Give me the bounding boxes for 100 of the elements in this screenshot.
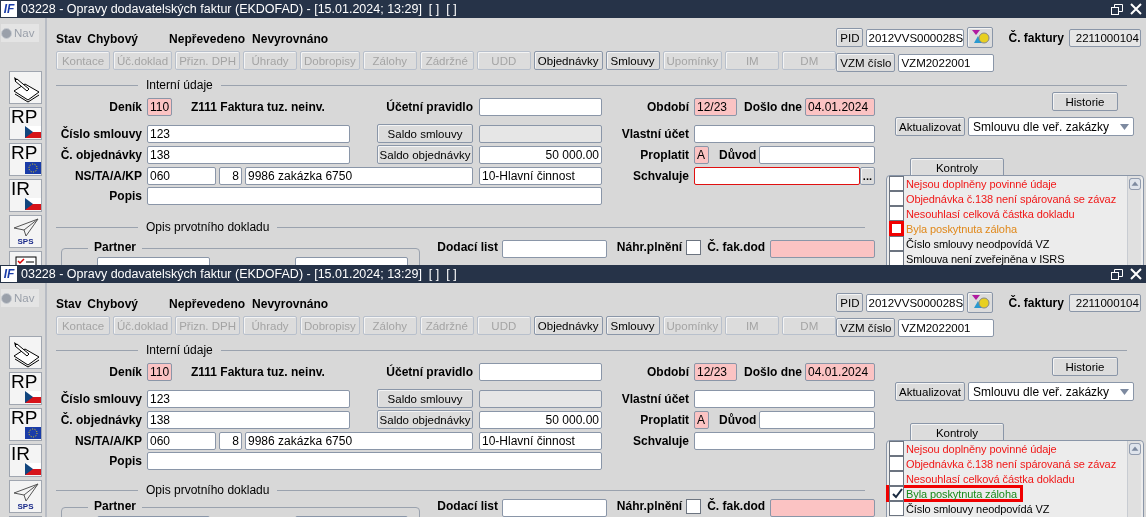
history-button[interactable]: Historie	[1052, 92, 1118, 111]
text-field[interactable]	[479, 98, 602, 116]
saldo-button[interactable]: Saldo objednávky	[377, 410, 473, 429]
field-label: Číslo smlouvy	[59, 391, 142, 406]
text-field[interactable]	[694, 124, 875, 143]
pid-button[interactable]: PID	[836, 293, 864, 312]
invoice-number-field[interactable]: 2211000104	[1068, 28, 1141, 47]
text-field[interactable]: 123	[147, 389, 350, 408]
amount-field[interactable]: 50 000.00	[479, 410, 602, 429]
date-field[interactable]: 04.01.2024	[805, 98, 875, 116]
field-label: Proplatit	[639, 412, 689, 427]
checkbox[interactable]	[889, 471, 904, 486]
text-field[interactable]	[759, 145, 875, 164]
close-icon[interactable]	[1130, 268, 1142, 280]
checkbox[interactable]	[889, 486, 904, 501]
sidebar-tool-button[interactable]: RP	[9, 372, 42, 405]
sidebar-tool-button[interactable]: RP	[9, 143, 42, 176]
journal-field[interactable]: 110	[147, 363, 172, 381]
journal-field[interactable]: 110	[147, 98, 172, 116]
text-field[interactable]: 8	[219, 166, 242, 185]
toolbar-button[interactable]: Objednávky	[533, 316, 603, 335]
checkbox[interactable]	[686, 240, 702, 255]
approver-field[interactable]	[694, 166, 860, 185]
date-field[interactable]: 04.01.2024	[805, 363, 875, 381]
text-field[interactable]	[759, 410, 875, 429]
toolbar-button[interactable]: Objednávky	[533, 51, 603, 70]
text-field[interactable]	[502, 240, 607, 258]
vzm-button[interactable]: VZM číslo	[836, 53, 896, 72]
checkbox[interactable]	[889, 236, 904, 251]
invoice-number-field[interactable]: 2211000104	[1068, 293, 1141, 312]
sidebar-tool-button[interactable]: IR	[9, 444, 42, 477]
checkbox[interactable]	[889, 191, 904, 206]
period-field[interactable]: 12/23	[694, 363, 737, 381]
scrollbar[interactable]	[1127, 176, 1141, 265]
field-label: NS/TA/A/KP	[73, 168, 142, 183]
amount-field[interactable]: 50 000.00	[479, 145, 602, 164]
scroll-up-icon[interactable]	[1128, 443, 1141, 455]
update-button[interactable]: Aktualizovat	[895, 382, 965, 401]
period-field[interactable]: 12/23	[694, 98, 737, 116]
checkbox[interactable]	[889, 251, 904, 265]
text-field[interactable]	[147, 187, 602, 205]
pay-flag-field[interactable]: A	[694, 145, 709, 164]
dropdown[interactable]: Smlouvu dle veř. zakázky	[968, 382, 1134, 401]
checkbox[interactable]	[686, 499, 702, 514]
vzm-button[interactable]: VZM číslo	[836, 318, 896, 337]
pid-field[interactable]: 2012VVS000028S	[866, 293, 965, 312]
sidebar-tool-button[interactable]: RP	[9, 408, 42, 441]
approver-field[interactable]	[694, 431, 875, 450]
vzm-field[interactable]: VZM2022001	[898, 53, 995, 72]
text-field[interactable]: 060	[147, 166, 216, 185]
pay-flag-field[interactable]: A	[694, 410, 709, 429]
toolbar-button[interactable]: Smlouvy	[605, 51, 660, 70]
restore-icon[interactable]	[1111, 3, 1123, 15]
text-field[interactable]	[770, 240, 875, 258]
text-field[interactable]	[694, 389, 875, 408]
text-field[interactable]	[770, 499, 875, 517]
tool-label: SPS	[17, 502, 34, 511]
dropdown[interactable]: Smlouvu dle veř. zakázky	[968, 117, 1134, 136]
text-field[interactable]: 10-Hlavní činnost	[479, 166, 602, 185]
checkbox[interactable]	[889, 176, 904, 191]
checkbox[interactable]	[889, 456, 904, 471]
saldo-button[interactable]: Saldo objednávky	[377, 145, 473, 164]
saldo-button[interactable]: Saldo smlouvy	[377, 124, 473, 143]
restore-icon[interactable]	[1111, 268, 1123, 280]
section-title: Interní údaje	[146, 78, 213, 92]
scrollbar[interactable]	[1127, 441, 1141, 517]
text-field[interactable]: 138	[147, 145, 350, 164]
text-field[interactable]	[479, 363, 602, 381]
field-label: Popis	[108, 454, 142, 468]
checkbox[interactable]	[889, 441, 904, 456]
scroll-up-icon[interactable]	[1128, 178, 1141, 190]
text-field[interactable]: 9986 zakázka 6750	[245, 166, 473, 185]
close-icon[interactable]	[1130, 3, 1142, 15]
history-button[interactable]: Historie	[1052, 357, 1118, 376]
toolbar-button[interactable]: Smlouvy	[605, 316, 660, 335]
saldo-button[interactable]: Saldo smlouvy	[377, 389, 473, 408]
picker-button[interactable]: ...	[859, 166, 875, 185]
sidebar-tool-button[interactable]: IR	[9, 179, 42, 212]
sidebar-tool-button[interactable]: SPS	[9, 215, 42, 248]
shapes-icon[interactable]	[967, 27, 994, 48]
text-field[interactable]: 060	[147, 431, 216, 450]
pid-button[interactable]: PID	[836, 28, 864, 47]
text-field[interactable]: 8	[219, 431, 242, 450]
pid-field[interactable]: 2012VVS000028S	[866, 28, 965, 47]
vzm-field[interactable]: VZM2022001	[898, 318, 995, 337]
tool-label: RP	[11, 108, 38, 127]
sidebar-tool-button[interactable]: RP	[9, 107, 42, 140]
shapes-icon[interactable]	[967, 292, 994, 313]
checkbox[interactable]	[889, 501, 904, 516]
text-field[interactable]	[147, 452, 602, 470]
text-field[interactable]: 123	[147, 124, 350, 143]
checkbox[interactable]	[889, 206, 904, 221]
update-button[interactable]: Aktualizovat	[895, 117, 965, 136]
eu-flag-icon	[25, 427, 41, 439]
text-field[interactable]: 138	[147, 410, 350, 429]
checkbox[interactable]	[889, 221, 904, 236]
sidebar-tool-button[interactable]: SPS	[9, 480, 42, 513]
text-field[interactable]	[502, 499, 607, 517]
text-field[interactable]: 9986 zakázka 6750	[245, 431, 473, 450]
text-field[interactable]: 10-Hlavní činnost	[479, 431, 602, 450]
